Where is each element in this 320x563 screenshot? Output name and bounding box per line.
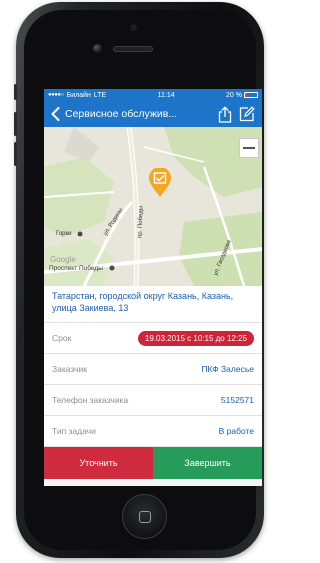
- battery-icon: [244, 92, 258, 98]
- customer-label: Заказчик: [52, 364, 87, 374]
- battery-percent: 20 %: [226, 91, 242, 99]
- home-square-icon: [138, 510, 151, 523]
- customer-value[interactable]: ПКФ Залесье: [201, 364, 254, 374]
- earpiece-speaker: [113, 46, 153, 52]
- map-view[interactable]: ул. Родины пр. Победы ул. Гвоздкова Горк…: [44, 127, 262, 286]
- map-label-place1: Горки: [56, 231, 72, 237]
- map-label-place2: Проспект Победы: [49, 265, 103, 272]
- navigation-bar: Сервисное обслужив...: [44, 101, 262, 127]
- customer-phone-value[interactable]: 5152571: [221, 395, 254, 405]
- deadline-badge: 19.03.2015 с 10:15 до 12:25: [137, 330, 254, 346]
- map-marker-icon: [149, 167, 171, 197]
- network-label: LTE: [93, 91, 107, 99]
- phone-frame: ●●●●○ Билайн LTE 11:14 20 % Сервисное об…: [0, 0, 266, 563]
- task-address: Татарстан, городской округ Казань, Казан…: [44, 286, 262, 323]
- status-time: 11:14: [157, 91, 175, 99]
- battery: 20 %: [226, 92, 258, 99]
- refine-button[interactable]: Уточнить: [44, 447, 153, 479]
- share-button[interactable]: [214, 103, 236, 125]
- action-bar: Уточнить Завершить: [44, 447, 262, 479]
- carrier-label: Билайн: [66, 91, 91, 99]
- task-type-label: Тип задачи: [52, 426, 96, 436]
- status-left: ●●●●○ Билайн LTE: [48, 92, 106, 99]
- row-task-type[interactable]: Тип задачи В работе: [44, 416, 262, 447]
- customer-phone-label: Телефон заказчика: [52, 395, 129, 405]
- row-deadline: Срок 19.03.2015 с 10:15 до 12:25: [44, 323, 262, 354]
- battery-level-fill: [245, 93, 248, 97]
- volume-up-button: [14, 112, 17, 136]
- volume-down-button: [14, 142, 17, 166]
- camera-lens: [93, 44, 102, 53]
- google-logo: Google: [50, 255, 76, 264]
- share-icon: [218, 105, 232, 123]
- status-bar: ●●●●○ Билайн LTE 11:14 20 %: [44, 89, 262, 101]
- home-button[interactable]: [122, 494, 167, 539]
- row-customer-phone[interactable]: Телефон заказчика 5152571: [44, 385, 262, 416]
- map-label-street2: пр. Победы: [137, 205, 145, 239]
- edit-button[interactable]: [236, 103, 258, 125]
- minus-icon: [243, 147, 255, 149]
- location-pin-icon[interactable]: [148, 167, 172, 203]
- deadline-label: Срок: [52, 333, 72, 343]
- chevron-left-icon: [51, 107, 59, 121]
- app-screen: ●●●●○ Билайн LTE 11:14 20 % Сервисное об…: [44, 89, 262, 486]
- task-type-value[interactable]: В работе: [219, 426, 254, 436]
- front-camera: [130, 24, 137, 31]
- edit-icon: [239, 106, 255, 122]
- mute-switch: [14, 84, 17, 100]
- page-title: Сервисное обслужив...: [65, 108, 178, 120]
- finish-button[interactable]: Завершить: [153, 447, 262, 479]
- map-tiles: [44, 127, 262, 286]
- signal-icon: ●●●●○: [48, 92, 64, 98]
- zoom-out-button[interactable]: [239, 138, 259, 158]
- row-customer[interactable]: Заказчик ПКФ Залесье: [44, 354, 262, 385]
- back-button[interactable]: [48, 104, 62, 124]
